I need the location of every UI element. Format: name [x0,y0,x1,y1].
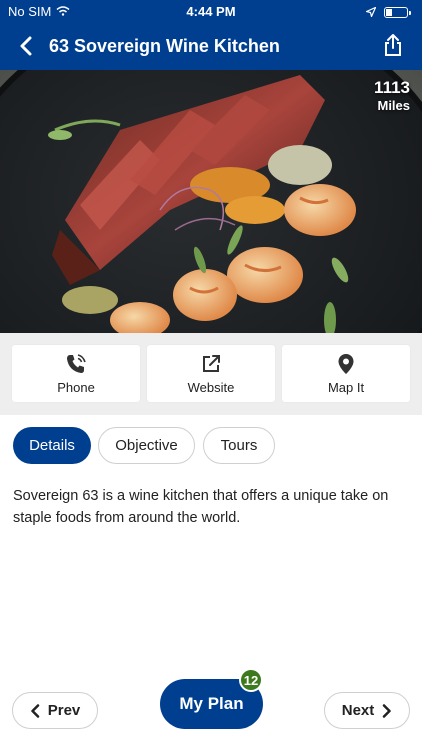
location-arrow-icon [364,5,377,20]
website-label: Website [187,379,235,395]
chevron-right-icon [383,703,391,718]
back-button[interactable] [12,32,40,60]
battery-icon [384,7,411,18]
phone-label: Phone [57,379,95,395]
my-plan-count-badge: 12 [239,668,263,692]
map-it-button[interactable]: Map It [282,345,410,402]
prev-label: Prev [47,702,81,719]
food-photo [0,70,422,333]
next-button[interactable]: Next [324,692,410,729]
app-header: 63 Sovereign Wine Kitchen [0,22,422,70]
back-chevron-icon [20,36,32,56]
map-pin-icon [335,353,357,375]
share-button[interactable] [378,30,408,60]
tab-objective[interactable]: Objective [98,427,195,464]
distance-value: 1113 [374,78,410,97]
tab-tours[interactable]: Tours [203,427,275,464]
prev-button[interactable]: Prev [12,692,98,729]
action-bar: Phone Website Map It [0,333,422,415]
tab-details[interactable]: Details [13,427,91,464]
status-bar: No SIM 4:44 PM [0,0,422,22]
distance-badge: 1113 Miles [374,78,410,113]
status-right [364,5,411,20]
phone-button[interactable]: Phone [12,345,140,402]
status-time: 4:44 PM [186,4,236,19]
phone-icon [65,353,87,375]
share-icon [385,34,401,56]
external-link-icon [200,353,222,375]
chevron-left-icon [30,703,39,718]
distance-unit: Miles [377,98,410,113]
website-button[interactable]: Website [147,345,275,402]
hero-image: 1113 Miles [0,70,422,333]
next-label: Next [341,702,375,719]
map-it-label: Map It [327,379,365,395]
details-description: Sovereign 63 is a wine kitchen that offe… [13,488,389,526]
page-title: 63 Sovereign Wine Kitchen [49,36,280,56]
my-plan-label: My Plan [179,694,244,713]
